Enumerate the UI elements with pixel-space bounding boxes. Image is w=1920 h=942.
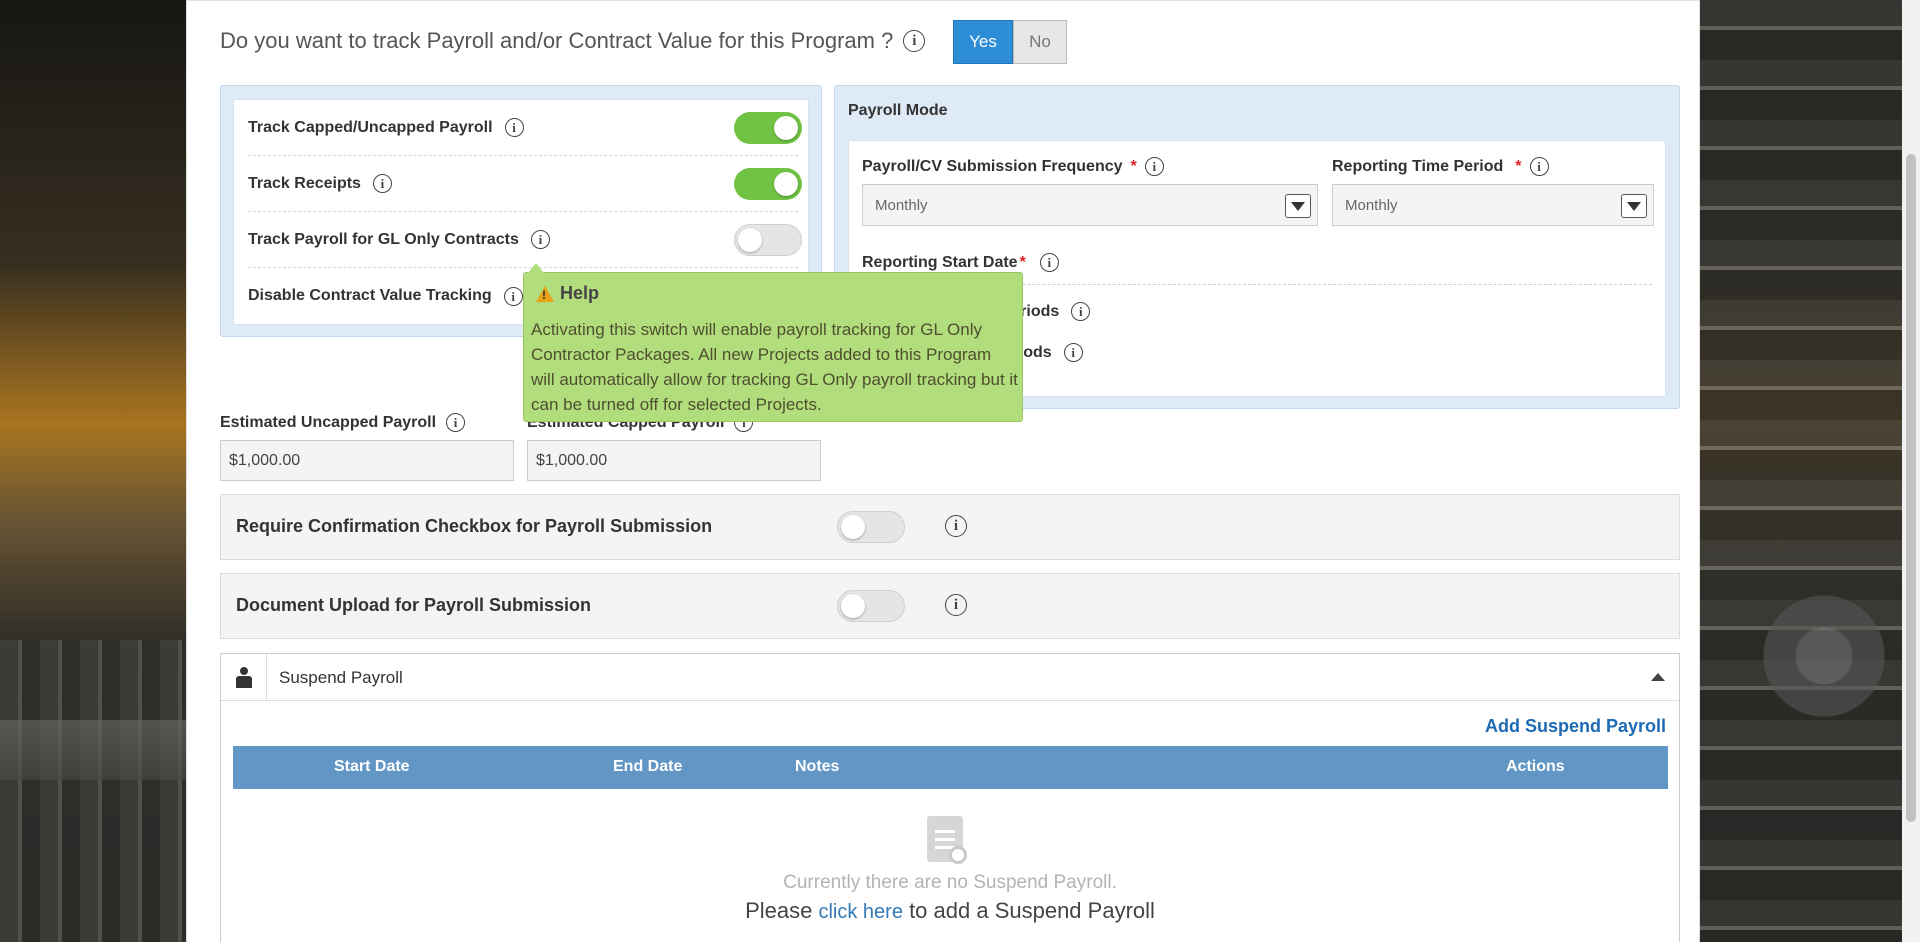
suspend-payroll-section: Suspend Payroll Add Suspend Payroll Star…: [220, 653, 1680, 942]
switch-knob: [774, 172, 798, 196]
info-icon[interactable]: i: [503, 286, 523, 306]
track-payroll-question: Do you want to track Payroll and/or Cont…: [220, 28, 926, 54]
toggle-label: Track Payroll for GL Only Contracts: [248, 230, 519, 248]
frequency-value: Monthly: [875, 196, 928, 214]
required-mark: *: [1019, 253, 1026, 271]
background-road: [0, 720, 186, 780]
chevron-down-icon[interactable]: [1285, 194, 1311, 218]
switch-knob: [774, 116, 798, 140]
empty-state-message: Currently there are no Suspend Payroll.: [783, 872, 1117, 893]
require-confirmation-band: Require Confirmation Checkbox for Payrol…: [220, 494, 1680, 560]
track-capped-uncapped-switch[interactable]: [734, 112, 802, 144]
info-icon[interactable]: i: [1144, 157, 1164, 176]
frequency-label-text: Payroll/CV Submission Frequency: [862, 157, 1123, 175]
column-header-actions: Actions: [1506, 758, 1565, 775]
add-suspend-payroll-link[interactable]: Add Suspend Payroll: [1485, 716, 1666, 737]
estimated-capped-input[interactable]: $1,000.00: [527, 440, 821, 481]
start-date-label-text: Reporting Start Date: [862, 253, 1018, 271]
info-icon[interactable]: i: [504, 118, 524, 137]
toggle-label: Track Capped/Uncapped Payroll: [248, 118, 493, 136]
tooltip-title: Help: [560, 283, 600, 303]
switch-knob: [841, 594, 865, 618]
time-period-select[interactable]: Monthly: [1332, 184, 1654, 226]
suspend-payroll-header[interactable]: Suspend Payroll: [221, 654, 1679, 701]
toggle-label: Disable Contract Value Tracking: [248, 287, 492, 304]
start-date-label: Reporting Start Date * i: [862, 253, 1059, 272]
info-icon[interactable]: i: [1071, 302, 1091, 321]
info-icon[interactable]: i: [1063, 343, 1083, 362]
require-confirmation-switch[interactable]: [837, 511, 905, 543]
document-upload-label: Document Upload for Payroll Submission: [236, 595, 592, 615]
settings-panel: Do you want to track Payroll and/or Cont…: [186, 0, 1700, 942]
suspend-table-header: Start Date End Date Notes Actions: [233, 746, 1668, 789]
track-receipts-switch[interactable]: [734, 168, 802, 200]
scrollbar[interactable]: [1902, 0, 1920, 942]
info-icon[interactable]: i: [446, 413, 466, 432]
info-icon[interactable]: i: [530, 230, 550, 249]
required-mark: *: [1515, 157, 1522, 175]
document-search-icon: [923, 816, 973, 870]
no-button[interactable]: No: [1013, 20, 1067, 64]
info-icon[interactable]: i: [903, 30, 926, 52]
frequency-label: Payroll/CV Submission Frequency * i: [862, 157, 1164, 176]
background-helipad: [1710, 560, 1900, 720]
document-upload-switch[interactable]: [837, 590, 905, 622]
switch-knob: [841, 515, 865, 539]
column-header-notes[interactable]: Notes: [795, 758, 839, 776]
track-gl-only-switch[interactable]: [734, 224, 802, 256]
click-here-link[interactable]: click here: [818, 901, 902, 923]
yes-button[interactable]: Yes: [953, 20, 1013, 64]
warning-icon: [536, 285, 554, 302]
estimated-uncapped-label: Estimated Uncapped Payroll i: [220, 413, 466, 432]
required-mark: *: [1130, 157, 1137, 175]
panel-top-border: [187, 0, 1699, 1]
question-text: Do you want to track Payroll and/or Cont…: [220, 28, 894, 53]
estimated-uncapped-text: Estimated Uncapped Payroll: [220, 413, 437, 431]
info-icon[interactable]: i: [1039, 253, 1059, 272]
person-icon: [221, 654, 267, 701]
toggle-label: Track Receipts: [248, 174, 361, 192]
info-icon[interactable]: i: [372, 174, 392, 193]
cta-prefix: Please: [745, 898, 819, 923]
column-header-end-date[interactable]: End Date: [613, 758, 682, 776]
chevron-up-icon[interactable]: [1651, 673, 1665, 681]
yes-no-toggle: Yes No: [953, 20, 1067, 64]
toggle-row-receipts: Track Receipts i: [248, 156, 802, 212]
toggle-row-capped-uncapped: Track Capped/Uncapped Payroll i: [248, 100, 802, 156]
help-tooltip: Help Activating this switch will enable …: [523, 263, 1023, 422]
chevron-down-icon[interactable]: [1621, 194, 1647, 218]
info-icon[interactable]: i: [945, 515, 967, 537]
frequency-select[interactable]: Monthly: [862, 184, 1318, 226]
suspend-payroll-title: Suspend Payroll: [279, 668, 403, 687]
scrollbar-thumb[interactable]: [1906, 154, 1916, 822]
tooltip-body: Activating this switch will enable payro…: [531, 320, 1018, 414]
time-period-label: Reporting Time Period * i: [1332, 157, 1549, 176]
cta-suffix: to add a Suspend Payroll: [902, 898, 1155, 923]
column-header-start-date[interactable]: Start Date: [334, 758, 410, 776]
background-building-right: [1700, 0, 1920, 942]
payroll-mode-title: Payroll Mode: [848, 102, 948, 119]
background-building-left: [0, 640, 186, 942]
tooltip-header: Help: [536, 283, 599, 304]
toggle-row-gl-only: Track Payroll for GL Only Contracts i: [248, 212, 802, 268]
time-period-label-text: Reporting Time Period: [1332, 157, 1504, 175]
time-period-value: Monthly: [1345, 196, 1398, 214]
document-upload-band: Document Upload for Payroll Submission i: [220, 573, 1680, 639]
info-icon[interactable]: i: [1529, 157, 1549, 176]
info-icon[interactable]: i: [945, 594, 967, 616]
switch-knob: [738, 228, 762, 252]
empty-state-cta: Please click here to add a Suspend Payro…: [221, 898, 1679, 924]
estimated-uncapped-input[interactable]: $1,000.00: [220, 440, 514, 481]
require-confirmation-label: Require Confirmation Checkbox for Payrol…: [236, 516, 713, 536]
